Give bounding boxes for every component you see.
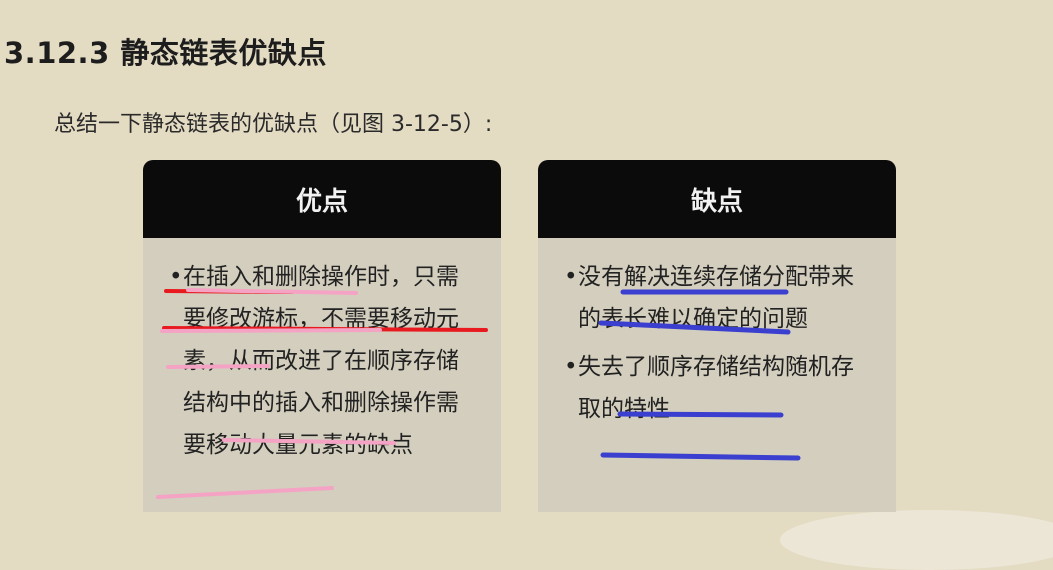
bullet: • <box>564 354 578 380</box>
cons-header: 缺点 <box>538 160 896 238</box>
bullet: • <box>169 264 183 290</box>
cons-box: 缺点 • 没有解决连续存储分配带来的表长难以确定的问题 • 失去了顺序存储结构随… <box>538 160 896 512</box>
pros-item: • 在插入和删除操作时，只需要修改游标，不需要移动元素，从而改进了在顺序存储结构… <box>169 256 501 466</box>
cons-item: • 没有解决连续存储分配带来的表长难以确定的问题 <box>564 256 896 340</box>
pros-box: 优点 • 在插入和删除操作时，只需要修改游标，不需要移动元素，从而改进了在顺序存… <box>143 160 501 512</box>
bullet: • <box>564 264 578 290</box>
section-title: 3.12.3 静态链表优缺点 <box>4 36 327 70</box>
background-blemish <box>780 510 1053 570</box>
intro-text: 总结一下静态链表的优缺点（见图 3-12-5）: <box>54 112 493 137</box>
pros-header: 优点 <box>143 160 501 238</box>
cons-item: • 失去了顺序存储结构随机存取的特性 <box>564 346 896 430</box>
